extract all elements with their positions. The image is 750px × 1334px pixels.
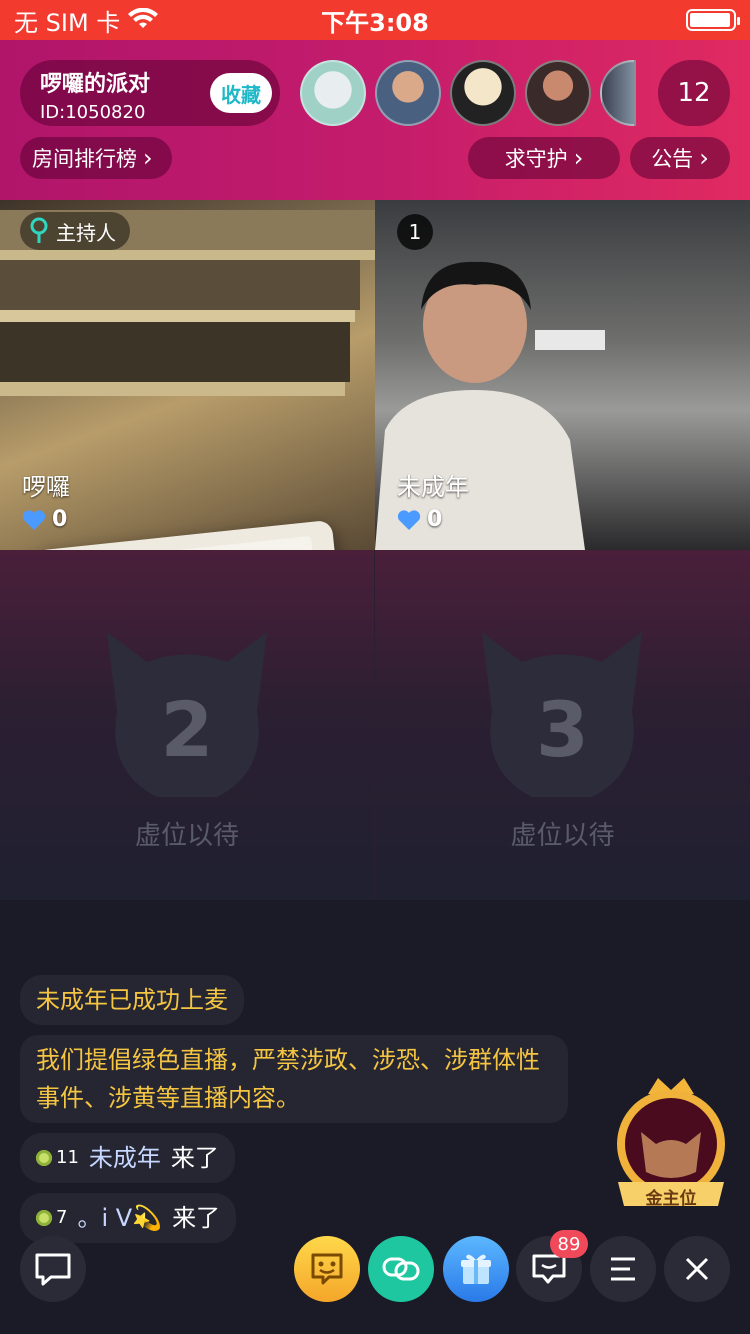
gift-button[interactable] bbox=[443, 1236, 509, 1302]
notice-button[interactable]: 公告 › bbox=[630, 137, 730, 179]
battery-icon bbox=[686, 9, 740, 31]
level-badge: 7 bbox=[36, 1199, 67, 1237]
avatar[interactable] bbox=[300, 60, 366, 126]
seat-number-badge: 1 bbox=[397, 214, 433, 250]
host-likes-count: 0 bbox=[52, 507, 68, 532]
seat-wait-label: 虚位以待 bbox=[134, 821, 239, 851]
status-left: 无 SIM 卡 bbox=[14, 3, 159, 38]
seat-number: 2 bbox=[160, 685, 214, 774]
menu-button[interactable] bbox=[590, 1236, 656, 1302]
heart-icon bbox=[22, 509, 46, 530]
join-message: 11 未成年 来了 bbox=[20, 1133, 235, 1183]
guard-label: 求守护 bbox=[504, 147, 568, 171]
seat-1-likes-count: 0 bbox=[427, 507, 443, 532]
user-name[interactable]: 。i V💫 bbox=[77, 1199, 162, 1237]
host-likes: 0 bbox=[22, 507, 67, 532]
avatar[interactable] bbox=[600, 60, 636, 126]
audience-avatars bbox=[300, 60, 636, 126]
room-rank-button[interactable]: 房间排行榜 › bbox=[20, 137, 172, 179]
audience-count[interactable]: 12 bbox=[658, 60, 730, 126]
battery-fill bbox=[690, 13, 730, 27]
golden-seat[interactable]: 金主位 bbox=[608, 1072, 734, 1214]
room-header: 啰囉的派对 ID:1050820 收藏 12 房间排行榜 › 求守护 › 公告 … bbox=[0, 40, 750, 200]
chevron-right-icon: › bbox=[699, 144, 709, 172]
seat-1-likes: 0 bbox=[397, 507, 442, 532]
level-icon bbox=[36, 1210, 52, 1226]
level-number: 7 bbox=[56, 1207, 68, 1228]
close-button[interactable] bbox=[664, 1236, 730, 1302]
chat-bubble-icon bbox=[35, 1253, 71, 1286]
host-name: 啰囉 bbox=[22, 473, 70, 501]
level-number: 11 bbox=[56, 1147, 79, 1168]
room-rank-label: 房间排行榜 bbox=[32, 147, 137, 171]
level-icon bbox=[36, 1150, 52, 1166]
gift-icon bbox=[461, 1254, 491, 1284]
system-message: 我们提倡绿色直播，严禁涉政、涉恐、涉群体性事件、涉黄等直播内容。 bbox=[20, 1035, 568, 1123]
message-count-badge: 89 bbox=[550, 1230, 588, 1258]
system-message: 未成年已成功上麦 bbox=[20, 975, 244, 1025]
host-seat[interactable]: 0 1 1 : 5 0 . 主持人 啰囉 0 bbox=[0, 200, 375, 550]
close-icon bbox=[685, 1257, 709, 1281]
chat-list[interactable]: 未成年已成功上麦 我们提倡绿色直播，严禁涉政、涉恐、涉群体性事件、涉黄等直播内容… bbox=[20, 975, 580, 1253]
seat-wait-label: 虚位以待 bbox=[510, 821, 615, 851]
favorite-button[interactable]: 收藏 bbox=[210, 73, 272, 113]
notice-label: 公告 bbox=[651, 147, 694, 171]
link-icon bbox=[382, 1257, 420, 1281]
tablet-screen: 0 1 1 : 5 0 . bbox=[56, 535, 324, 550]
join-action: 来了 bbox=[172, 1204, 221, 1232]
seat-1-name: 未成年 bbox=[397, 473, 469, 501]
emoji-button[interactable] bbox=[294, 1236, 360, 1302]
seat-2[interactable]: 2 虚位以待 bbox=[0, 550, 375, 900]
room-info[interactable]: 啰囉的派对 ID:1050820 收藏 bbox=[20, 60, 280, 126]
chevron-right-icon: › bbox=[143, 144, 153, 172]
seat-3[interactable]: 3 虚位以待 bbox=[375, 550, 750, 900]
status-bar: 无 SIM 卡 下午3:08 bbox=[0, 0, 750, 40]
link-mic-button[interactable] bbox=[368, 1236, 434, 1302]
chat-button[interactable] bbox=[20, 1236, 86, 1302]
menu-icon bbox=[611, 1257, 635, 1281]
carrier-label: 无 SIM 卡 bbox=[14, 8, 121, 37]
smile-face-icon bbox=[311, 1253, 343, 1285]
chevron-right-icon: › bbox=[573, 144, 584, 172]
seat-number: 3 bbox=[536, 685, 589, 774]
host-badge-label: 主持人 bbox=[56, 220, 116, 245]
person-video bbox=[375, 261, 605, 550]
microphone-icon bbox=[30, 217, 48, 243]
avatar[interactable] bbox=[525, 60, 591, 126]
avatar[interactable] bbox=[375, 60, 441, 126]
golden-seat-label: 金主位 bbox=[645, 1189, 697, 1209]
seat-1[interactable]: 1 未成年 0 bbox=[375, 200, 750, 550]
tablet-image: 0 1 1 : 5 0 . bbox=[32, 519, 348, 550]
user-name[interactable]: 未成年 bbox=[89, 1139, 161, 1177]
host-badge: 主持人 bbox=[20, 212, 130, 250]
bottom-toolbar: 89 bbox=[0, 1230, 750, 1302]
join-action: 来了 bbox=[170, 1144, 219, 1172]
heart-icon bbox=[397, 509, 421, 530]
level-badge: 11 bbox=[36, 1139, 79, 1177]
guard-button[interactable]: 求守护 › bbox=[468, 137, 620, 179]
avatar[interactable] bbox=[450, 60, 516, 126]
wifi-icon bbox=[128, 8, 159, 28]
